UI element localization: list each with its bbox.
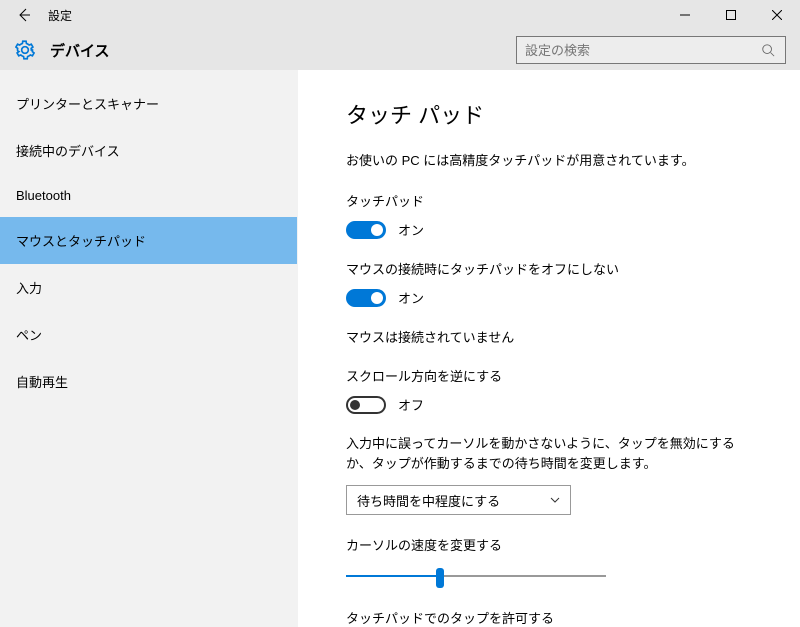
- scroll-reverse-label: スクロール方向を逆にする: [346, 366, 776, 385]
- mouse-off-toggle[interactable]: [346, 289, 386, 307]
- touchpad-state: オン: [398, 220, 424, 239]
- description: お使いの PC には高精度タッチパッドが用意されています。: [346, 150, 776, 169]
- sidebar-item-autoplay[interactable]: 自動再生: [0, 358, 297, 405]
- sidebar-item-typing[interactable]: 入力: [0, 264, 297, 311]
- wait-time-value: 待ち時間を中程度にする: [357, 491, 500, 510]
- arrow-left-icon: [16, 7, 32, 23]
- minimize-icon: [680, 10, 690, 20]
- scroll-reverse-toggle[interactable]: [346, 396, 386, 414]
- sidebar: プリンターとスキャナー 接続中のデバイス Bluetooth マウスとタッチパッ…: [0, 70, 298, 627]
- mouse-status: マウスは接続されていません: [346, 327, 776, 346]
- tap-allow-label: タッチパッドでのタップを許可する: [346, 608, 776, 627]
- mouse-off-state: オン: [398, 288, 424, 307]
- sidebar-item-mouse-touchpad[interactable]: マウスとタッチパッド: [0, 217, 297, 264]
- mouse-status-group: マウスは接続されていません: [346, 327, 776, 346]
- scroll-reverse-state: オフ: [398, 395, 424, 414]
- page-title: タッチ パッド: [346, 98, 776, 130]
- wait-time-group: 待ち時間を中程度にする: [346, 485, 776, 515]
- mouse-off-label: マウスの接続時にタッチパッドをオフにしない: [346, 259, 776, 278]
- titlebar: 設定: [0, 0, 800, 30]
- sidebar-item-printers[interactable]: プリンターとスキャナー: [0, 80, 297, 127]
- close-button[interactable]: [754, 0, 800, 30]
- content: タッチ パッド お使いの PC には高精度タッチパッドが用意されています。 タッ…: [298, 70, 800, 627]
- back-button[interactable]: [10, 1, 38, 29]
- maximize-button[interactable]: [708, 0, 754, 30]
- sidebar-item-bluetooth[interactable]: Bluetooth: [0, 174, 297, 217]
- touchpad-label: タッチパッド: [346, 191, 776, 210]
- cursor-speed-slider[interactable]: [346, 564, 606, 588]
- window-title: 設定: [48, 7, 72, 24]
- search-icon: [761, 43, 777, 57]
- touchpad-toggle[interactable]: [346, 221, 386, 239]
- sidebar-item-pen[interactable]: ペン: [0, 311, 297, 358]
- mouse-off-group: マウスの接続時にタッチパッドをオフにしない オン: [346, 259, 776, 307]
- section-title: デバイス: [50, 40, 110, 61]
- slider-fill: [346, 575, 440, 577]
- maximize-icon: [726, 10, 736, 20]
- body: プリンターとスキャナー 接続中のデバイス Bluetooth マウスとタッチパッ…: [0, 70, 800, 627]
- window-controls: [662, 0, 800, 30]
- wait-time-dropdown[interactable]: 待ち時間を中程度にする: [346, 485, 571, 515]
- minimize-button[interactable]: [662, 0, 708, 30]
- search-box[interactable]: [516, 36, 786, 64]
- close-icon: [772, 10, 782, 20]
- touchpad-group: タッチパッド オン: [346, 191, 776, 239]
- scroll-reverse-group: スクロール方向を逆にする オフ: [346, 366, 776, 414]
- gear-icon: [14, 39, 36, 61]
- sidebar-item-connected[interactable]: 接続中のデバイス: [0, 127, 297, 174]
- chevron-down-icon: [550, 495, 560, 505]
- cursor-speed-label: カーソルの速度を変更する: [346, 535, 776, 554]
- tap-allow-group: タッチパッドでのタップを許可する オン: [346, 608, 776, 627]
- search-input[interactable]: [525, 43, 761, 58]
- header: デバイス: [0, 30, 800, 70]
- tap-note: 入力中に誤ってカーソルを動かさないように、タップを無効にするか、タップが作動する…: [346, 434, 746, 473]
- cursor-speed-group: カーソルの速度を変更する: [346, 535, 776, 588]
- slider-thumb[interactable]: [436, 568, 444, 588]
